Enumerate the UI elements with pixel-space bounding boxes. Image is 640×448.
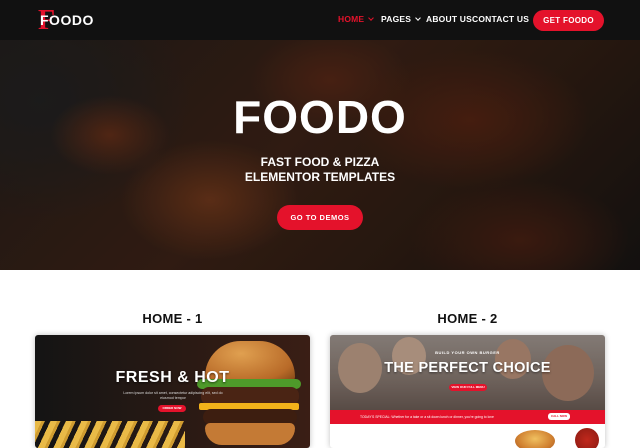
- demo-card-home-1[interactable]: FRESH & HOT Lorem ipsum dolor sit amet, …: [35, 335, 310, 448]
- brand-logo[interactable]: F FOODO: [38, 7, 94, 35]
- demo-label-home-2: HOME - 2: [437, 311, 498, 326]
- chevron-down-icon: [368, 15, 375, 21]
- fries-image: [35, 421, 185, 448]
- nav-item-about-us[interactable]: ABOUT US: [426, 14, 472, 24]
- demo-preview-text: Lorem ipsum dolor sit amet, consectetur …: [123, 391, 223, 400]
- food-image: [515, 430, 555, 448]
- get-foodo-button[interactable]: GET FOODO: [533, 10, 604, 31]
- demo-preview-title: FRESH & HOT: [115, 369, 230, 386]
- demo-preview-pretitle: BUILD YOUR OWN BURGER: [435, 350, 500, 355]
- nav-item-label: HOME: [338, 14, 365, 24]
- demo-preview-button: ORDER NOW: [158, 405, 186, 412]
- demo-label-home-1: HOME - 1: [142, 311, 203, 326]
- demo-preview-title: THE PERFECT CHOICE: [384, 360, 551, 376]
- demo-preview-button: VIEW OUR FULL MENU: [449, 384, 487, 391]
- top-navbar: F FOODO HOME PAGES ABOUT US CONTACT US G…: [0, 0, 640, 40]
- nav-item-label: PAGES: [381, 14, 412, 24]
- call-now-button: CALL NOW: [548, 413, 570, 420]
- food-image: [575, 428, 599, 448]
- nav-item-home[interactable]: HOME: [338, 14, 375, 24]
- demo-card-home-2[interactable]: BUILD YOUR OWN BURGER THE PERFECT CHOICE…: [330, 335, 605, 448]
- special-offer-bar: TODAY'S SPECIAL: Whether for a take or a…: [330, 410, 605, 424]
- brand-name: FOODO: [40, 12, 94, 28]
- hero-title: FOODO: [233, 91, 407, 143]
- go-to-demos-button[interactable]: GO TO DEMOS: [277, 205, 363, 230]
- chevron-down-icon: [415, 15, 421, 21]
- hero-subtitle-line1: FAST FOOD & PIZZA: [260, 155, 380, 169]
- burger-bun: [205, 423, 295, 445]
- hero-banner: FOODO FAST FOOD & PIZZA ELEMENTOR TEMPLA…: [0, 40, 640, 270]
- special-offer-text: TODAY'S SPECIAL: Whether for a take or a…: [360, 415, 494, 419]
- nav-item-pages[interactable]: PAGES: [381, 14, 421, 24]
- hero-subtitle-line2: ELEMENTOR TEMPLATES: [244, 170, 396, 184]
- nav-item-contact-us[interactable]: CONTACT US: [472, 14, 529, 24]
